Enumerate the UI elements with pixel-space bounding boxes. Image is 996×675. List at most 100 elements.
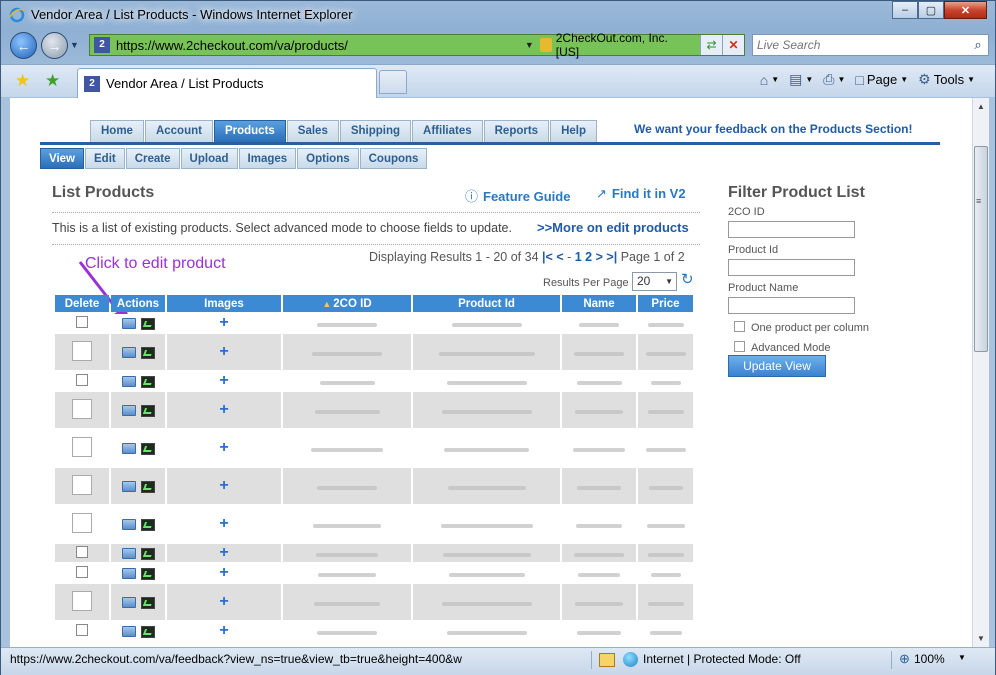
header-2co-id[interactable]: ▲ 2CO ID — [283, 295, 411, 312]
add-image-icon[interactable]: + — [219, 314, 228, 331]
zoom-icon[interactable]: ⊕ — [899, 651, 910, 667]
find-in-v2-link[interactable]: ↗ Find it in V2 — [596, 186, 686, 202]
home-button[interactable]: ⌂ ▼ — [760, 72, 779, 88]
prev-page-link[interactable]: < — [556, 250, 563, 264]
advanced-mode-checkbox[interactable] — [734, 341, 745, 352]
delete-checkbox[interactable] — [76, 623, 88, 636]
delete-checkbox[interactable] — [72, 398, 92, 419]
tab-affiliates[interactable]: Affiliates — [412, 120, 483, 142]
chevron-down-icon[interactable]: ▼ — [805, 75, 813, 84]
history-dropdown-icon[interactable]: ▼ — [70, 40, 79, 50]
terminal-icon[interactable] — [140, 346, 155, 359]
vertical-scrollbar[interactable]: ▲ ≡ ▼ — [972, 98, 989, 647]
security-zone-label[interactable]: Internet | Protected Mode: Off — [643, 652, 801, 666]
delete-checkbox[interactable] — [72, 436, 92, 457]
filter-product-id-input[interactable] — [728, 259, 855, 276]
first-page-link[interactable]: |< — [542, 250, 553, 264]
edit-folder-icon[interactable] — [121, 481, 136, 493]
back-button[interactable]: ← — [10, 32, 37, 59]
print-button[interactable]: ⎙ ▼ — [823, 71, 845, 88]
address-dropdown-icon[interactable]: ▼ — [525, 40, 534, 50]
subtab-images[interactable]: Images — [238, 148, 297, 169]
filter-product-name-input[interactable] — [728, 297, 855, 314]
search-input[interactable] — [753, 38, 968, 52]
delete-checkbox[interactable] — [72, 340, 92, 361]
popup-blocker-icon[interactable] — [599, 653, 615, 667]
filter-2co-id-input[interactable] — [728, 221, 855, 238]
last-page-link[interactable]: >| — [606, 250, 617, 264]
terminal-icon[interactable] — [140, 442, 155, 455]
edit-folder-icon[interactable] — [121, 347, 136, 359]
header-images[interactable]: Images — [167, 295, 281, 312]
delete-checkbox[interactable] — [72, 590, 92, 611]
zoom-level[interactable]: 100% — [914, 652, 945, 666]
add-image-icon[interactable]: + — [219, 372, 228, 389]
address-url[interactable]: https://www.2checkout.com/va/products/ — [116, 38, 525, 53]
tab-reports[interactable]: Reports — [483, 120, 550, 142]
close-window-button[interactable]: ✕ — [944, 1, 987, 19]
chevron-down-icon[interactable]: ▼ — [958, 653, 966, 662]
header-delete[interactable]: Delete — [55, 295, 109, 312]
tab-shipping[interactable]: Shipping — [339, 120, 412, 142]
refresh-results-icon[interactable]: ↻ — [681, 270, 694, 288]
edit-folder-icon[interactable] — [121, 318, 136, 330]
add-image-icon[interactable]: + — [219, 515, 228, 532]
one-per-column-checkbox[interactable] — [734, 321, 745, 332]
add-image-icon[interactable]: + — [219, 593, 228, 610]
results-per-page-select[interactable]: 20 ▼ — [632, 272, 677, 291]
certificate-label[interactable]: 2CheckOut.com, Inc. [US] — [556, 31, 694, 59]
refresh-icon[interactable]: ⇄ — [700, 35, 723, 55]
terminal-icon[interactable] — [140, 404, 155, 417]
delete-checkbox[interactable] — [76, 565, 88, 578]
feedback-link[interactable]: We want your feedback on the Products Se… — [634, 122, 913, 136]
add-image-icon[interactable]: + — [219, 564, 228, 581]
search-icon[interactable]: ⌕ — [968, 37, 988, 53]
edit-folder-icon[interactable] — [121, 597, 136, 609]
update-view-button[interactable]: Update View — [728, 355, 826, 377]
maximize-button[interactable]: ▢ — [918, 1, 944, 19]
chevron-down-icon[interactable]: ▼ — [837, 75, 845, 84]
terminal-icon[interactable] — [140, 317, 155, 330]
add-to-favorites-icon[interactable]: ★ — [45, 71, 60, 91]
delete-checkbox[interactable] — [76, 545, 88, 558]
terminal-icon[interactable] — [140, 567, 155, 580]
terminal-icon[interactable] — [140, 625, 155, 638]
scroll-down-icon[interactable]: ▼ — [973, 630, 989, 647]
add-image-icon[interactable]: + — [219, 477, 228, 494]
subtab-upload[interactable]: Upload — [180, 148, 238, 169]
header-product-id[interactable]: Product Id — [413, 295, 560, 312]
header-price[interactable]: Price — [638, 295, 693, 312]
scrollbar-thumb[interactable] — [974, 146, 988, 352]
more-on-edit-link[interactable]: >>More on edit products — [537, 220, 689, 235]
page-2-link[interactable]: 2 — [585, 250, 592, 264]
header-name[interactable]: Name — [562, 295, 636, 312]
add-image-icon[interactable]: + — [219, 343, 228, 360]
favorites-star-icon[interactable]: ★ — [15, 71, 30, 91]
new-tab-button[interactable] — [379, 70, 407, 94]
edit-folder-icon[interactable] — [121, 626, 136, 638]
forward-button[interactable]: → — [41, 32, 68, 59]
minimize-button[interactable]: ‒ — [892, 1, 918, 19]
feature-guide-link[interactable]: ⓘ Feature Guide — [465, 186, 570, 205]
next-page-link[interactable]: > — [596, 250, 603, 264]
terminal-icon[interactable] — [140, 480, 155, 493]
address-bar[interactable]: 2 https://www.2checkout.com/va/products/… — [89, 31, 745, 59]
add-image-icon[interactable]: + — [219, 622, 228, 639]
tab-account[interactable]: Account — [144, 120, 213, 142]
terminal-icon[interactable] — [140, 547, 155, 560]
page-1-link[interactable]: 1 — [575, 250, 582, 264]
terminal-icon[interactable] — [140, 518, 155, 531]
tab-home[interactable]: Home — [90, 120, 144, 142]
subtab-options[interactable]: Options — [297, 148, 359, 169]
stop-icon[interactable]: ✕ — [722, 35, 744, 55]
tab-help[interactable]: Help — [550, 120, 597, 142]
tab-sales[interactable]: Sales — [286, 120, 339, 142]
delete-checkbox[interactable] — [72, 474, 92, 495]
terminal-icon[interactable] — [140, 375, 155, 388]
page-menu[interactable]: □ Page ▼ — [855, 72, 908, 88]
edit-folder-icon[interactable] — [121, 376, 136, 388]
scroll-up-icon[interactable]: ▲ — [973, 98, 989, 115]
header-actions[interactable]: Actions — [111, 295, 165, 312]
edit-folder-icon[interactable] — [121, 405, 136, 417]
feeds-button[interactable]: ▤ ▼ — [789, 71, 813, 88]
